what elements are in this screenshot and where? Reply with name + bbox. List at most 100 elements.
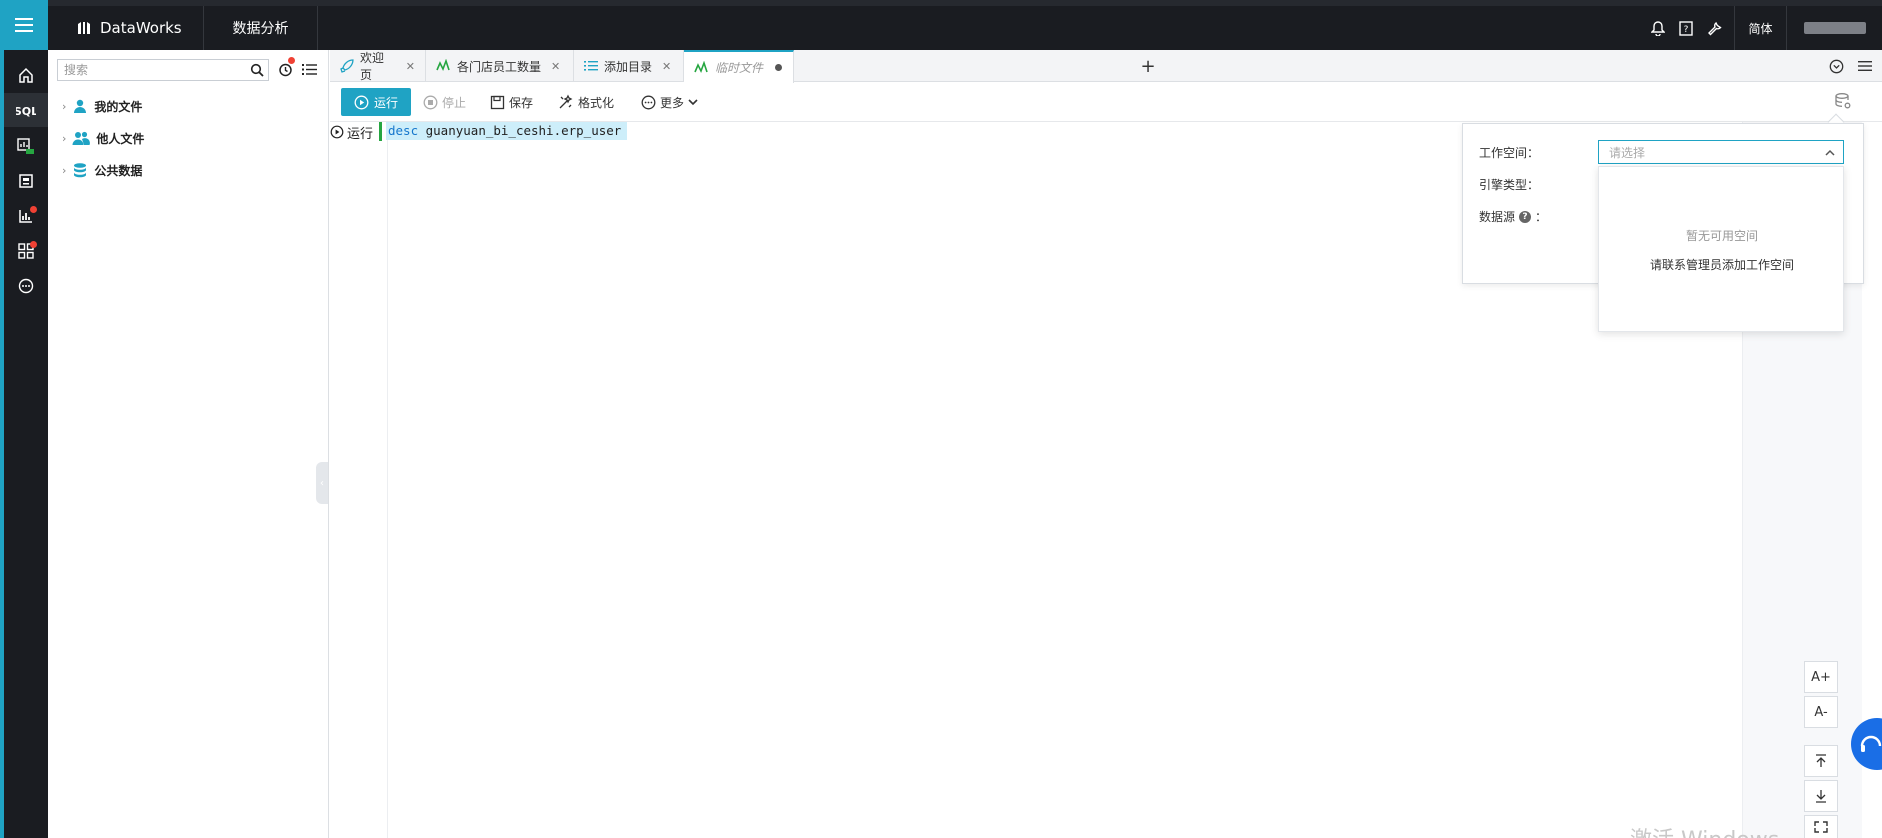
arrow-bottom-icon: [1816, 790, 1826, 803]
list-icon: [302, 64, 317, 75]
arrow-top-icon: [1816, 754, 1826, 767]
datasource-config-button[interactable]: [1834, 92, 1852, 110]
sql-chart-icon: [436, 59, 450, 71]
tab-welcome[interactable]: 欢迎页 ✕: [330, 50, 426, 82]
chevron-down-circle-icon[interactable]: [1829, 59, 1844, 74]
workspace-label: 工作空间：: [1479, 146, 1540, 160]
rail-item-report[interactable]: [4, 164, 48, 198]
notification-button[interactable]: [1644, 6, 1672, 50]
announcement-strip: [48, 0, 1882, 6]
home-icon: [19, 67, 33, 83]
list-view-button[interactable]: [302, 63, 317, 76]
workspace-select[interactable]: 请选择: [1598, 140, 1844, 164]
empty-hint: 请联系管理员添加工作空间: [1649, 258, 1794, 272]
save-icon: [490, 95, 505, 109]
menu-lines-icon[interactable]: [1858, 60, 1872, 72]
language-switch[interactable]: 简体: [1734, 6, 1786, 50]
more-circle-icon: [18, 278, 34, 294]
chevron-down-icon: [688, 99, 698, 106]
rail-item-sql[interactable]: SQL: [4, 93, 48, 127]
close-icon[interactable]: ✕: [662, 60, 671, 73]
avatar: [1803, 22, 1866, 34]
close-icon[interactable]: ✕: [551, 60, 560, 73]
help-doc-icon: ?: [1679, 20, 1693, 36]
unsaved-dot: [775, 64, 783, 71]
database-settings-icon: [1835, 93, 1851, 109]
sql-keyword: desc: [388, 123, 419, 138]
chevron-right-icon[interactable]: ›: [62, 164, 66, 177]
search-icon[interactable]: [250, 63, 264, 77]
format-button[interactable]: 格式化: [558, 88, 614, 116]
tree-item-others-files[interactable]: › 他人文件: [62, 128, 144, 148]
fullscreen-icon: [1814, 821, 1828, 833]
run-button[interactable]: 运行: [341, 88, 411, 116]
save-button[interactable]: 保存: [490, 88, 533, 116]
add-tab-button[interactable]: +: [1124, 50, 1172, 82]
rail-item-apps[interactable]: [4, 234, 48, 268]
top-bar: DataWorks 数据分析 ? 简体: [0, 0, 1882, 50]
rail-item-analysis[interactable]: [4, 199, 48, 233]
tab-store-staff[interactable]: 各门店员工数量 ✕: [426, 50, 574, 82]
scroll-top-button[interactable]: [1804, 745, 1838, 777]
chevron-right-icon[interactable]: ›: [62, 132, 66, 145]
svg-text:SQL: SQL: [16, 105, 36, 117]
more-circle-icon: [641, 95, 656, 109]
history-button[interactable]: [278, 57, 295, 77]
dataworks-logo-icon: [78, 22, 90, 34]
tree-item-my-files[interactable]: › 我的文件: [62, 96, 142, 116]
rail-item-dataset[interactable]: [4, 129, 48, 163]
chevron-right-icon[interactable]: ›: [62, 100, 66, 113]
tab-temp-file[interactable]: 临时文件: [684, 50, 794, 83]
tools-button[interactable]: [1700, 6, 1728, 50]
sql-chart-icon: [694, 60, 708, 73]
tab-add-directory[interactable]: 添加目录 ✕: [574, 50, 684, 82]
module-title[interactable]: 数据分析: [204, 6, 318, 50]
more-button[interactable]: 更多: [641, 88, 698, 116]
close-icon[interactable]: ✕: [406, 60, 415, 73]
tab-label: 临时文件: [715, 61, 764, 75]
chevron-up-icon: [1825, 149, 1835, 156]
tree-item-label: 公共数据: [94, 163, 143, 178]
brand-name: DataWorks: [100, 19, 182, 37]
select-placeholder: 请选择: [1609, 145, 1646, 160]
run-label: 运行: [373, 95, 398, 110]
chevron-left-icon: ‹: [320, 477, 324, 489]
engine-type-label: 引擎类型：: [1479, 178, 1540, 192]
font-decrease-button[interactable]: A-: [1804, 696, 1838, 728]
font-increase-button[interactable]: A+: [1804, 661, 1838, 693]
report-icon: [19, 174, 33, 188]
help-button[interactable]: ?: [1672, 6, 1700, 50]
rocket-icon: [340, 59, 354, 73]
rail-item-more[interactable]: [4, 269, 48, 303]
tree-item-public-data[interactable]: › 公共数据: [62, 160, 142, 180]
datasource-label: 数据源: [1479, 210, 1516, 224]
code-line-1[interactable]: desc guanyuan_bi_ceshi.erp_user: [386, 122, 628, 140]
tree-item-label: 我的文件: [94, 99, 143, 114]
hamburger-icon: [15, 18, 33, 32]
stop-circle-icon: [423, 95, 438, 109]
database-icon: [74, 163, 87, 178]
save-label: 保存: [509, 95, 534, 110]
font-increase-icon: A+: [1811, 669, 1831, 685]
tab-label: 添加目录: [604, 59, 653, 74]
menu-button[interactable]: [0, 0, 48, 50]
sql-icon: SQL: [16, 105, 36, 117]
stop-button[interactable]: 停止: [423, 88, 466, 116]
panel-collapse-handle[interactable]: ‹: [316, 462, 328, 504]
scroll-bottom-button[interactable]: [1804, 780, 1838, 812]
sql-identifier: guanyuan_bi_ceshi.erp_user: [418, 123, 622, 138]
play-circle-icon: [354, 95, 369, 109]
dataset-icon: [17, 138, 34, 154]
fullscreen-button[interactable]: [1804, 815, 1838, 838]
format-label: 格式化: [578, 95, 615, 110]
brand-logo[interactable]: DataWorks: [48, 6, 204, 50]
user-account[interactable]: [1786, 6, 1882, 50]
play-circle-icon: [330, 125, 344, 139]
rail-item-home[interactable]: [4, 58, 48, 92]
search-input[interactable]: [58, 60, 250, 80]
wrench-icon: [1707, 21, 1722, 35]
tree-item-label: 他人文件: [96, 131, 145, 146]
help-circle-icon[interactable]: ?: [1519, 210, 1532, 223]
inline-run-marker[interactable]: 运行: [330, 123, 373, 142]
svg-text:?: ?: [1684, 25, 1689, 35]
